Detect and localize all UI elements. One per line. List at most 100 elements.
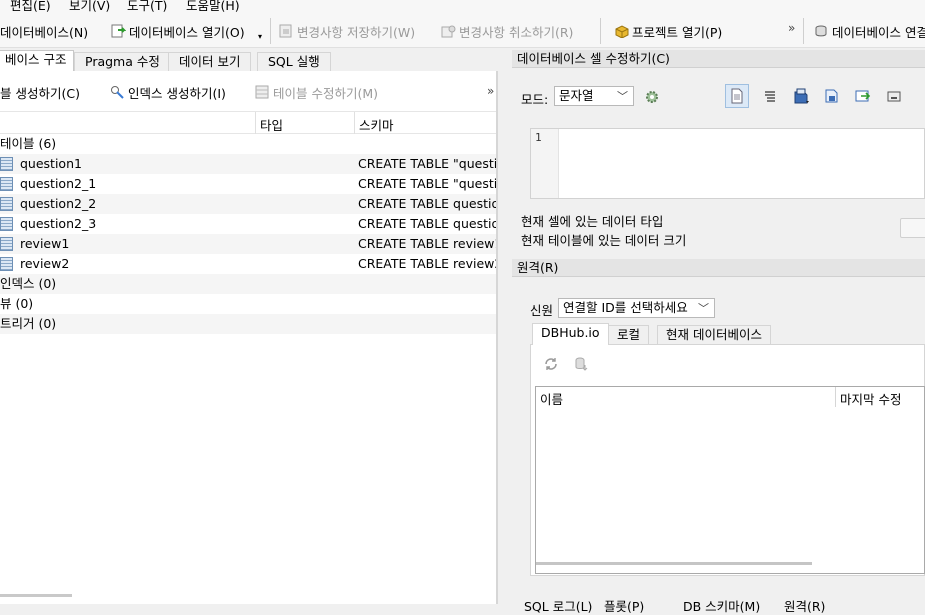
word-wrap-button[interactable]	[758, 84, 782, 108]
tab-plot[interactable]: 플롯(P)	[604, 596, 644, 615]
chevron-down-icon: ﹀	[617, 90, 628, 103]
menu-tools[interactable]: 도구(T)	[127, 0, 167, 12]
tab-db-schema[interactable]: DB 스키마(M)	[683, 596, 760, 615]
revert-changes-button[interactable]: 변경사항 취소하기(R)	[441, 22, 573, 40]
column-divider	[835, 387, 836, 407]
attach-database-button[interactable]: 데이터베이스 연결	[814, 22, 925, 40]
cell-editor[interactable]: 1	[530, 128, 925, 199]
toolbar-overflow-icon[interactable]: »	[788, 21, 795, 35]
identity-select[interactable]: 연결할 ID를 선택하세요 ﹀	[558, 298, 715, 318]
import-button[interactable]	[790, 84, 814, 108]
export-button[interactable]	[820, 84, 844, 108]
table-row[interactable]: question1 CREATE TABLE "question1"	[0, 154, 496, 174]
text-mode-button[interactable]	[725, 84, 749, 108]
structure-toolbar: 블 생성하기(C) 인덱스 생성하기(I) 테이블 수정하기(M) »	[0, 71, 496, 112]
attach-database-icon	[815, 25, 827, 37]
database-download-icon	[575, 357, 588, 371]
word-wrap-icon	[765, 91, 775, 102]
mode-select[interactable]: 문자열 ﹀	[554, 86, 634, 106]
open-project-button[interactable]: 프로젝트 열기(P)	[614, 22, 722, 40]
tab-label: Pragma 수정	[85, 54, 160, 69]
remote-file-list[interactable]: 이름 마지막 수정	[535, 386, 925, 574]
set-null-button[interactable]	[851, 84, 875, 108]
main-tab-bar: 베이스 구조 Pragma 수정 데이터 보기 SQL 실행	[0, 50, 498, 72]
apply-button[interactable]	[900, 218, 925, 238]
tab-label: 베이스 구조	[5, 52, 67, 67]
menu-bar: 편집(E) 보기(V) 도구(T) 도움말(H)	[0, 0, 925, 12]
structure-toolbar-overflow-icon[interactable]: »	[487, 84, 494, 98]
create-index-button[interactable]: 인덱스 생성하기(I)	[110, 83, 226, 101]
tab-edit-pragmas[interactable]: Pragma 수정	[74, 52, 171, 71]
tab-local[interactable]: 로컬	[608, 325, 650, 344]
tab-remote[interactable]: 원격(R)	[784, 596, 825, 615]
tab-sql-log[interactable]: SQL 로그(L)	[524, 596, 592, 615]
table-row[interactable]: review2 CREATE TABLE review2	[0, 254, 496, 274]
new-database-button[interactable]: 데이터베이스(N)	[0, 22, 88, 40]
tab-dbhub[interactable]: DBHub.io	[532, 323, 609, 345]
table-icon	[0, 217, 13, 231]
group-label: 테이블 (6)	[0, 136, 57, 151]
tab-current-database[interactable]: 현재 데이터베이스	[657, 325, 771, 344]
table-schema: CREATE TABLE question2_2	[358, 196, 496, 211]
table-row[interactable]: question2_2 CREATE TABLE question2_2	[0, 194, 496, 214]
column-header-type[interactable]: 타입	[260, 115, 283, 134]
tab-label: 현재 데이터베이스	[666, 327, 762, 342]
tab-browse-data[interactable]: 데이터 보기	[168, 52, 252, 71]
table-row[interactable]: review1 CREATE TABLE review1	[0, 234, 496, 254]
clone-database-button[interactable]	[569, 352, 593, 376]
refresh-button[interactable]	[539, 352, 563, 376]
image-viewer-button[interactable]	[882, 84, 906, 108]
menu-help[interactable]: 도움말(H)	[186, 0, 240, 12]
disk-icon	[887, 91, 901, 102]
table-icon	[0, 177, 13, 191]
table-icon	[0, 257, 13, 271]
column-header-name[interactable]: 이름	[540, 389, 563, 408]
write-changes-button[interactable]: 변경사항 저장하기(W)	[279, 22, 415, 40]
create-table-button[interactable]: 블 생성하기(C)	[0, 83, 80, 101]
project-icon	[615, 25, 629, 38]
modify-table-icon	[255, 85, 269, 99]
tree-group-tables[interactable]: 테이블 (6)	[0, 134, 496, 154]
toolbar-separator	[600, 18, 601, 44]
column-header-schema[interactable]: 스키마	[359, 115, 394, 134]
new-database-label: 데이터베이스(N)	[0, 24, 89, 40]
window-arrow-icon	[855, 90, 871, 102]
data-type-info: 현재 셀에 있는 데이터 타입	[521, 214, 664, 229]
table-name: question2_1	[20, 176, 97, 191]
group-label: 인덱스 (0)	[0, 276, 57, 291]
table-name: question2_2	[20, 196, 97, 211]
column-header-last-modified[interactable]: 마지막 수정	[840, 389, 901, 408]
tree-group-indexes[interactable]: 인덱스 (0)	[0, 274, 496, 294]
gear-icon	[646, 91, 658, 103]
database-structure-panel: 블 생성하기(C) 인덱스 생성하기(I) 테이블 수정하기(M) » 타입 스…	[0, 71, 498, 604]
horizontal-scrollbar[interactable]	[536, 562, 812, 565]
tree-group-views[interactable]: 뷰 (0)	[0, 294, 496, 314]
dock-title-label: 원격(R)	[517, 260, 559, 275]
open-database-label: 데이터베이스 열기(O)	[129, 24, 245, 40]
open-database-dropdown-icon[interactable]: ▾	[258, 32, 262, 41]
table-row[interactable]: question2_1 CREATE TABLE "question2_1"	[0, 174, 496, 194]
modify-table-button[interactable]: 테이블 수정하기(M)	[255, 83, 378, 101]
horizontal-scrollbar[interactable]	[0, 594, 72, 597]
chevron-down-icon: ﹀	[698, 302, 709, 315]
table-row[interactable]: question2_3 CREATE TABLE question2_3	[0, 214, 496, 234]
table-name: review1	[20, 236, 70, 251]
create-index-label: 인덱스 생성하기(I)	[128, 85, 226, 101]
attach-database-label: 데이터베이스 연결	[832, 24, 925, 40]
line-number: 1	[535, 131, 542, 144]
auto-format-button[interactable]	[640, 85, 664, 109]
menu-edit[interactable]: 편집(E)	[10, 0, 51, 12]
document-icon	[731, 88, 743, 104]
tree-group-triggers[interactable]: 트리거 (0)	[0, 314, 496, 334]
tab-execute-sql[interactable]: SQL 실행	[257, 52, 331, 71]
toolbar-separator	[803, 18, 804, 44]
open-database-button[interactable]: 데이터베이스 열기(O)	[111, 22, 245, 40]
toolbar-separator	[270, 18, 271, 44]
table-icon	[0, 237, 13, 251]
column-divider	[255, 112, 256, 134]
tab-database-structure[interactable]: 베이스 구조	[0, 50, 74, 72]
revert-changes-label: 변경사항 취소하기(R)	[459, 24, 574, 40]
modify-table-label: 테이블 수정하기(M)	[273, 85, 379, 101]
menu-view[interactable]: 보기(V)	[69, 0, 110, 12]
group-label: 뷰 (0)	[0, 296, 34, 311]
